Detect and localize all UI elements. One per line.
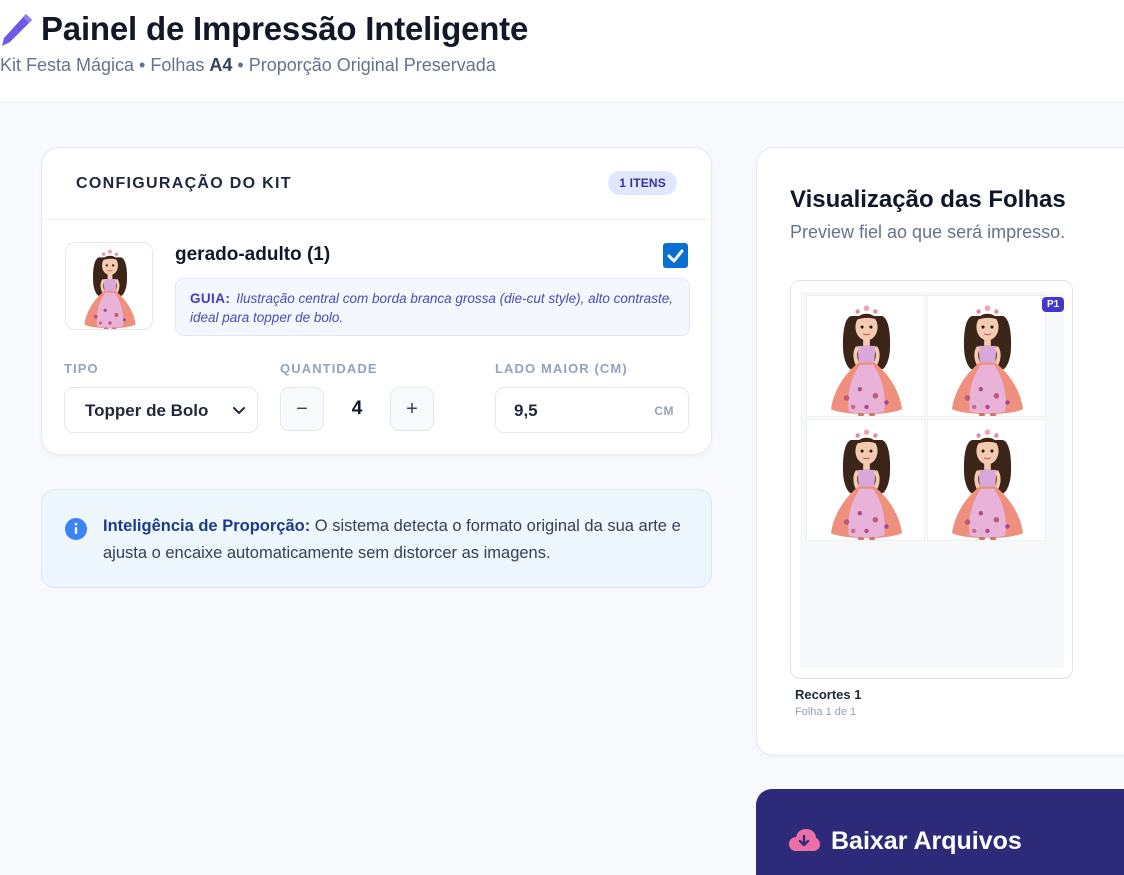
type-select-value: Topper de Bolo [85,401,209,420]
kit-config-header: CONFIGURAÇÃO DO KIT 1 ITENS [42,148,711,220]
kit-config-title: CONFIGURAÇÃO DO KIT [76,175,292,192]
type-label: TIPO [64,361,99,376]
item-thumbnail [65,242,153,330]
pencil-icon [2,14,32,46]
preview-title: Visualização das Folhas [790,186,1066,213]
cut-item [927,419,1046,541]
quantity-increment-button[interactable]: + [390,387,434,431]
kit-config-card: CONFIGURAÇÃO DO KIT 1 ITENS gerado-adult… [41,147,712,455]
item-select-checkbox[interactable] [663,243,688,268]
page-subtitle: Kit Festa Mágica • Folhas A4 • Proporção… [0,55,496,76]
princess-cutout-image [829,427,904,540]
sheet-preview-card: Visualização das Folhas Preview fiel ao … [756,147,1124,756]
info-text: Inteligência de Proporção: O sistema det… [103,513,683,567]
size-label: LADO MAIOR (CM) [495,361,628,376]
type-select[interactable]: Topper de Bolo [64,387,258,433]
item-name: gerado-adulto (1) [175,244,331,265]
quantity-value[interactable]: 4 [337,398,377,420]
princess-thumbnail-image [83,248,138,329]
subtitle-part-2: • Proporção Original Preservada [232,55,496,75]
page-title: Painel de Impressão Inteligente [41,10,529,47]
cut-item [927,295,1046,417]
page-header: Painel de Impressão Inteligente Kit Fest… [0,0,1124,103]
guide-label: GUIA: [190,291,231,306]
cloud-download-icon [789,829,820,851]
quantity-label: QUANTIDADE [280,361,378,376]
chevron-down-icon [233,407,245,415]
princess-cutout-image [950,303,1025,416]
check-icon [667,249,684,263]
subtitle-paper-size: A4 [209,55,233,75]
sheet-thumbnail[interactable]: P1 [790,280,1073,679]
items-count-badge: 1 ITENS [608,171,677,195]
sheet-name: Recortes 1 [795,687,862,702]
download-label: Baixar Arquivos [831,827,1022,855]
preview-subtitle: Preview fiel ao que será impresso. [790,222,1066,242]
info-title: Inteligência de Proporção: [103,517,311,535]
sheet-paper [800,292,1064,668]
cut-item [806,295,925,417]
info-icon [65,518,87,540]
page-badge: P1 [1042,297,1065,312]
download-button[interactable]: Baixar Arquivos [756,789,1124,875]
quantity-decrement-button[interactable]: − [280,387,324,431]
cut-item [806,419,925,541]
sheet-page-count: Folha 1 de 1 [795,706,857,718]
subtitle-part-1: Kit Festa Mágica • Folhas [0,55,210,75]
item-guide-box: GUIA: Ilustração central com borda branca… [175,278,690,336]
guide-text: Ilustração central com borda branca gros… [190,291,673,325]
size-input[interactable]: 9,5 CM [495,387,689,433]
proportion-info-box: Inteligência de Proporção: O sistema det… [41,489,712,588]
size-input-value: 9,5 [514,401,538,420]
princess-cutout-image [829,303,904,416]
princess-cutout-image [950,427,1025,540]
size-unit: CM [654,404,674,418]
